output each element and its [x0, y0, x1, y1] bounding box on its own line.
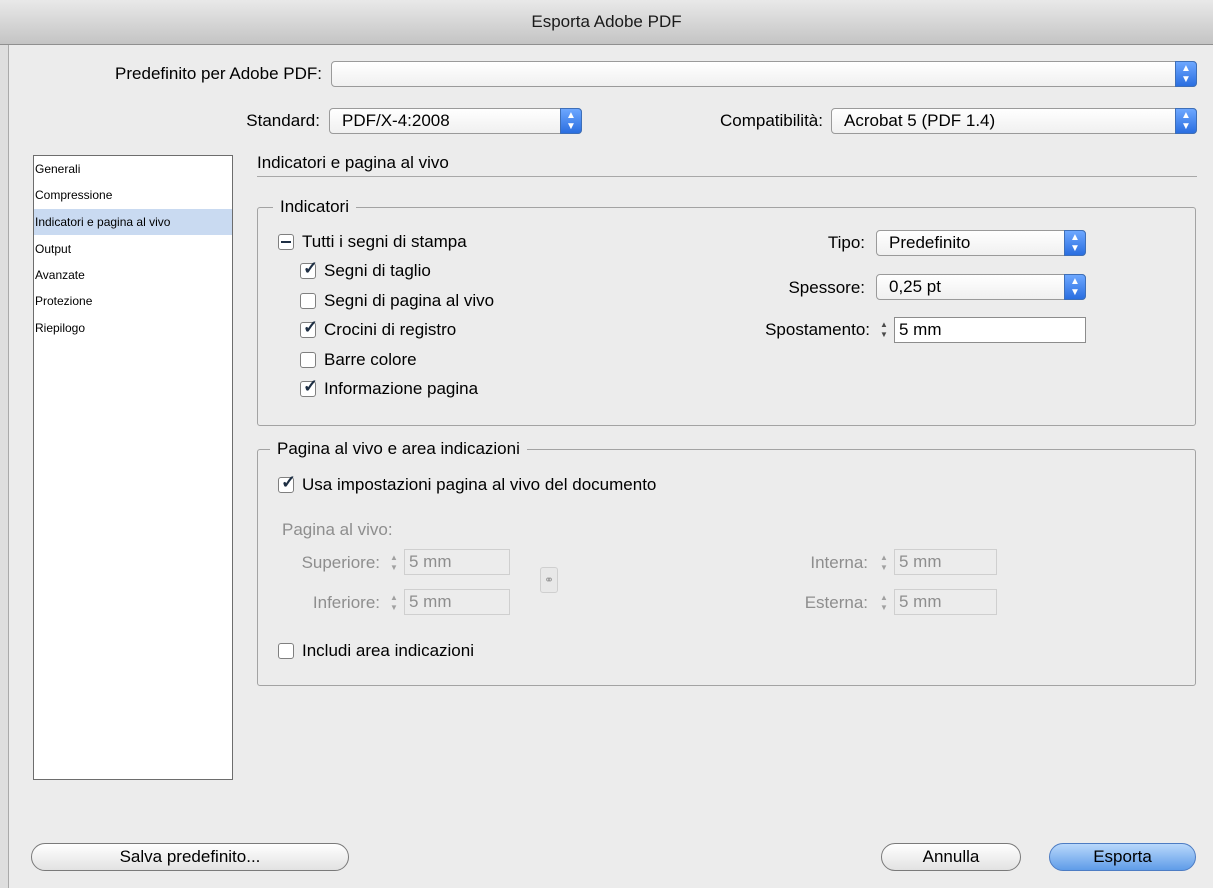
top-input: 5 mm [404, 549, 510, 575]
panel-divider [257, 176, 1197, 177]
select-arrows-icon: ▲ ▼ [1064, 274, 1086, 300]
bleed-marks-label: Segni di pagina al vivo [324, 291, 495, 310]
sidebar-item-output[interactable]: Output [34, 236, 232, 262]
mixed-state-icon [281, 241, 291, 243]
all-marks-label: Tutti i segni di stampa [302, 232, 467, 251]
sidebar-item-generali[interactable]: Generali [34, 156, 232, 182]
sidebar-item-avanzate[interactable]: Avanzate [34, 262, 232, 288]
use-doc-bleed-label: Usa impostazioni pagina al vivo del docu… [302, 475, 657, 494]
type-value: Predefinito [889, 233, 971, 252]
inside-label: Interna: [810, 553, 868, 572]
offset-input[interactable]: 5 mm [894, 317, 1086, 343]
select-arrows-icon: ▲ ▼ [1064, 230, 1086, 256]
compat-value: Acrobat 5 (PDF 1.4) [844, 111, 996, 130]
crop-marks-checkbox[interactable]: ✓ [300, 258, 318, 279]
window-title: Esporta Adobe PDF [531, 12, 682, 31]
type-label: Tipo: [827, 233, 865, 252]
color-bars-label: Barre colore [324, 350, 417, 369]
registration-marks-label: Crocini di registro [324, 320, 457, 339]
page-info-checkbox[interactable]: ✓ [300, 376, 318, 397]
outside-stepper-icon: ▲ ▼ [880, 593, 888, 612]
preset-label: Predefinito per Adobe PDF: [115, 64, 322, 83]
select-arrows-icon: ▲ ▼ [560, 108, 582, 134]
bleed-legend: Pagina al vivo e area indicazioni [270, 438, 527, 460]
include-slug-label: Includi area indicazioni [302, 641, 474, 660]
checkmark-icon: ✓ [303, 376, 319, 396]
cancel-button[interactable]: Annulla [881, 843, 1021, 871]
select-arrows-icon: ▲ ▼ [1175, 61, 1197, 87]
panel-title: Indicatori e pagina al vivo [257, 153, 449, 172]
top-label: Superiore: [301, 553, 380, 572]
sidebar-item-protezione[interactable]: Protezione [34, 288, 232, 314]
weight-value: 0,25 pt [889, 277, 941, 296]
checkmark-icon: ✓ [281, 472, 297, 492]
all-marks-checkbox[interactable] [278, 234, 294, 250]
crop-marks-label: Segni di taglio [324, 261, 431, 280]
standard-label: Standard: [246, 111, 320, 130]
type-select[interactable]: Predefinito ▲ ▼ [876, 230, 1086, 256]
color-bars-checkbox[interactable] [300, 352, 316, 368]
checkmark-icon: ✓ [303, 317, 319, 337]
offset-stepper-icon[interactable]: ▲ ▼ [876, 320, 892, 342]
bottom-label: Inferiore: [312, 593, 380, 612]
offset-label: Spostamento: [765, 320, 870, 339]
standard-value: PDF/X-4:2008 [342, 111, 450, 130]
sidebar-item-compressione[interactable]: Compressione [34, 182, 232, 208]
sidebar-list: Generali Compressione Indicatori e pagin… [33, 155, 233, 780]
compat-select[interactable]: Acrobat 5 (PDF 1.4) ▲ ▼ [831, 108, 1197, 134]
export-button[interactable]: Esporta [1049, 843, 1196, 871]
preset-select[interactable]: ▲ ▼ [331, 61, 1197, 87]
standard-select[interactable]: PDF/X-4:2008 ▲ ▼ [329, 108, 582, 134]
page-info-label: Informazione pagina [324, 379, 479, 398]
weight-label: Spessore: [788, 278, 865, 297]
bleed-marks-checkbox[interactable] [300, 293, 316, 309]
sidebar-item-indicatori[interactable]: Indicatori e pagina al vivo [34, 209, 232, 235]
chain-link-icon: ⚭ [540, 567, 558, 593]
top-stepper-icon: ▲ ▼ [390, 553, 398, 572]
bleed-label: Pagina al vivo: [282, 520, 393, 539]
save-preset-button[interactable]: Salva predefinito... [31, 843, 349, 871]
marks-legend: Indicatori [273, 196, 356, 218]
registration-marks-checkbox[interactable]: ✓ [300, 317, 318, 338]
weight-select[interactable]: 0,25 pt ▲ ▼ [876, 274, 1086, 300]
outside-label: Esterna: [804, 593, 868, 612]
bottom-input: 5 mm [404, 589, 510, 615]
bottom-stepper-icon: ▲ ▼ [390, 593, 398, 612]
inside-stepper-icon: ▲ ▼ [880, 553, 888, 572]
use-doc-bleed-checkbox[interactable]: ✓ [278, 472, 296, 493]
outside-input: 5 mm [894, 589, 997, 615]
checkmark-icon: ✓ [303, 258, 319, 278]
compat-label: Compatibilità: [720, 111, 823, 130]
include-slug-checkbox[interactable] [278, 643, 294, 659]
title-bar: Esporta Adobe PDF [0, 0, 1213, 45]
sidebar-item-riepilogo[interactable]: Riepilogo [34, 315, 232, 341]
select-arrows-icon: ▲ ▼ [1175, 108, 1197, 134]
inside-input: 5 mm [894, 549, 997, 575]
